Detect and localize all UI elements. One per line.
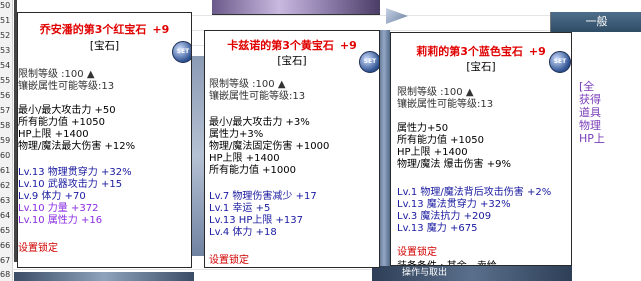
arrow-icon [386,8,408,24]
stat-line: 物理/魔法最大伤害 +12% [18,141,136,152]
row-number: 55 [0,76,11,85]
row-number: 58 [0,121,11,130]
partial-text-line: 物理 [579,119,601,132]
row-number: 59 [0,136,11,145]
enhance-level: +9 [339,39,357,52]
set-icon[interactable]: SET [359,51,379,73]
enhance-level: +9 [152,23,170,36]
row-number: 52 [0,31,11,40]
lock-setting[interactable]: 设置锁定 [397,243,437,258]
item-title: 乔安潘的第3个红宝石 +9 [18,21,191,37]
partial-text-line: [全 [579,80,595,93]
set-icon[interactable]: SET [549,51,571,73]
item-tooltip-blue-gem: 莉莉的第3个蓝色宝石 +9 [宝石] SET 限制等级 :100 ▲ 镶嵌属性可能… [390,32,572,266]
equip-condition: 装备条件 : 其余 - 卖给 [397,257,497,265]
item-type: [宝石] [277,55,307,67]
inlay-level: 镶嵌属性可能等级:13 [397,99,494,110]
skill-line: Lv.10 属性力 +16 [18,215,103,226]
lock-setting[interactable]: 设置锁定 [209,251,249,266]
background-window-title: 一般 [551,12,641,32]
background-artwork-top [212,0,380,15]
row-number: 53 [0,46,11,55]
item-name: 莉莉的第3个蓝色宝石 [416,45,523,58]
background-bottom-button[interactable]: 操作与取出 [372,266,572,281]
item-title: 莉莉的第3个蓝色宝石 +9 [391,43,571,59]
row-number: 62 [0,181,11,190]
set-icon[interactable]: SET [172,41,191,63]
row-number: 61 [0,166,11,175]
row-number: 60 [0,151,11,160]
row-number: 57 [0,106,11,115]
stat-line: 所有能力值 +1000 [209,165,297,176]
row-number: 63 [0,196,11,205]
inlay-level: 镶嵌属性可能等级:13 [18,81,115,92]
row-number-column: 50 51 52 53 54 55 56 57 58 59 60 61 62 6… [0,0,13,281]
item-type: [宝石] [89,40,120,52]
background-window-text: [全 获得 道具 物理 HP上 [579,80,639,145]
skill-line: Lv.13 魔力 +675 [397,223,478,234]
row-number: 56 [0,91,11,100]
item-name: 乔安潘的第3个红宝石 [39,23,147,36]
row-number: 64 [0,211,11,220]
row-number: 65 [0,226,11,235]
partial-text-line: 获得 [579,93,601,106]
item-tooltip-yellow-gem: 卡兹诺的第3个黄宝石 +9 [宝石] SET 限制等级 :100 ▲ 镶嵌属性可能… [204,30,380,268]
row-number: 68 [0,270,11,279]
inlay-level: 镶嵌属性可能等级:13 [209,91,306,102]
row-number: 67 [0,256,11,265]
partial-text-line: HP上 [579,132,605,145]
lock-setting[interactable]: 设置锁定 [18,239,58,254]
item-tooltip-red-gem: 乔安潘的第3个红宝石 +9 [宝石] SET 限制等级 :100 ▲ 镶嵌属性可能… [17,12,192,268]
item-type: [宝石] [466,61,496,73]
row-number: 51 [0,16,11,25]
skill-line: Lv.4 体力 +18 [209,227,277,238]
item-title: 卡兹诺的第3个黄宝石 +9 [205,37,379,53]
enhance-level: +9 [528,45,546,58]
row-number: 50 [0,1,11,10]
row-number: 66 [0,241,11,250]
stat-line: 物理/魔法 爆击伤害 +9% [397,159,511,170]
background-artwork-bottom [14,272,194,281]
row-number: 54 [0,61,11,70]
item-name: 卡兹诺的第3个黄宝石 [227,39,334,52]
partial-text-line: 道具 [579,106,601,119]
background-artwork-strip [192,56,204,256]
